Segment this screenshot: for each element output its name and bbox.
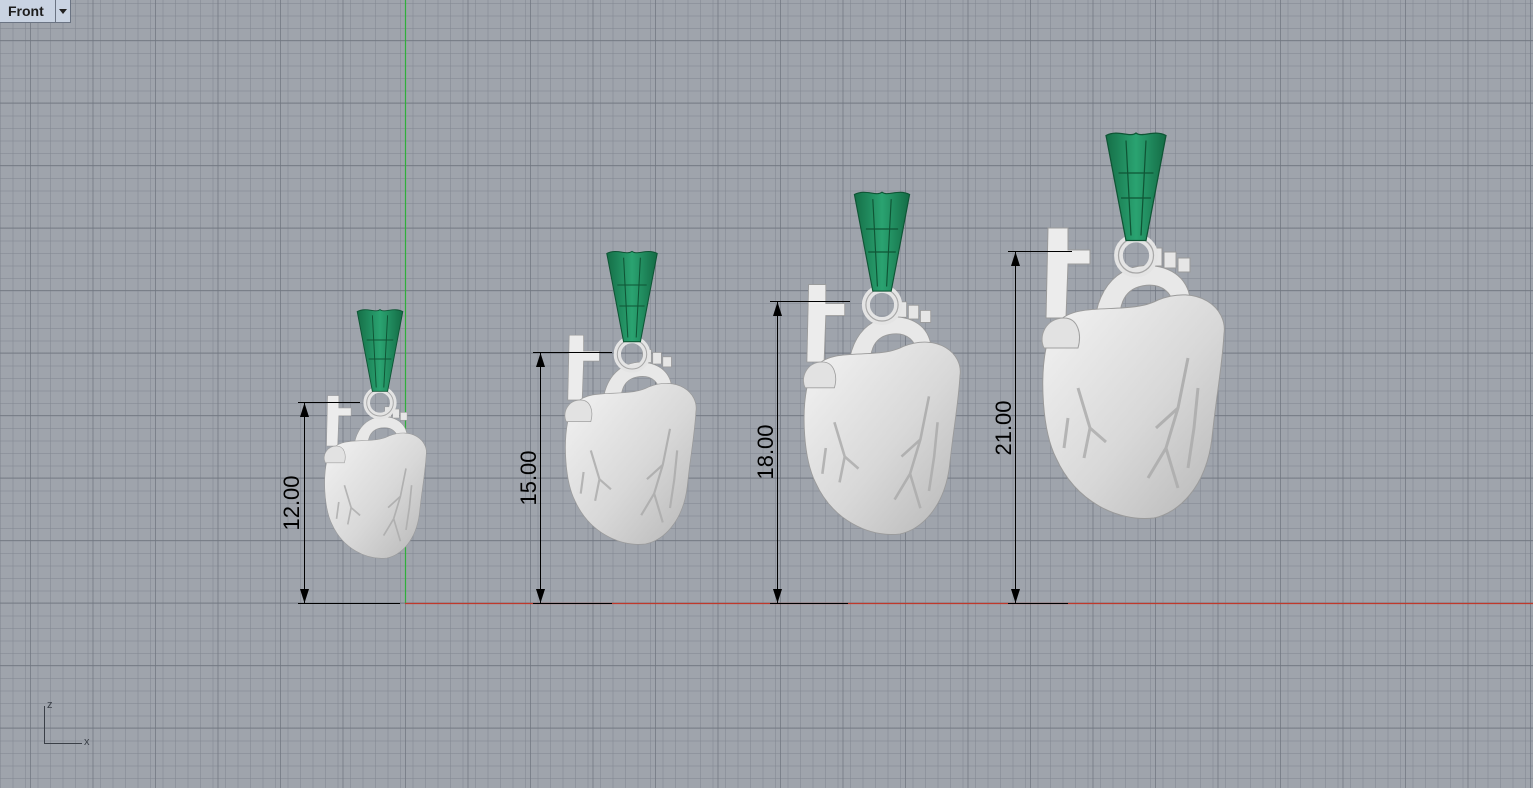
dimension-15-label: 15.00 xyxy=(516,450,541,505)
viewport-title-tab[interactable]: Front xyxy=(0,0,71,23)
axis-gizmo: z x xyxy=(44,699,90,748)
viewport-canvas[interactable]: 12.00 15.00 18.00 21.00 z x xyxy=(0,0,1533,788)
dimension-12-label: 12.00 xyxy=(279,475,304,530)
viewport-menu-arrow-icon[interactable] xyxy=(55,0,69,22)
heart-pendant-12[interactable] xyxy=(323,310,428,560)
dimension-21-label: 21.00 xyxy=(991,400,1016,455)
axis-x-label: x xyxy=(84,736,90,748)
heart-pendant-15[interactable] xyxy=(563,251,698,546)
dimension-18-label: 18.00 xyxy=(753,424,778,479)
axis-z-label: z xyxy=(47,699,53,711)
heart-pendant-21[interactable] xyxy=(1040,133,1226,520)
viewport-title[interactable]: Front xyxy=(0,3,55,19)
heart-pendant-18[interactable] xyxy=(802,192,962,536)
